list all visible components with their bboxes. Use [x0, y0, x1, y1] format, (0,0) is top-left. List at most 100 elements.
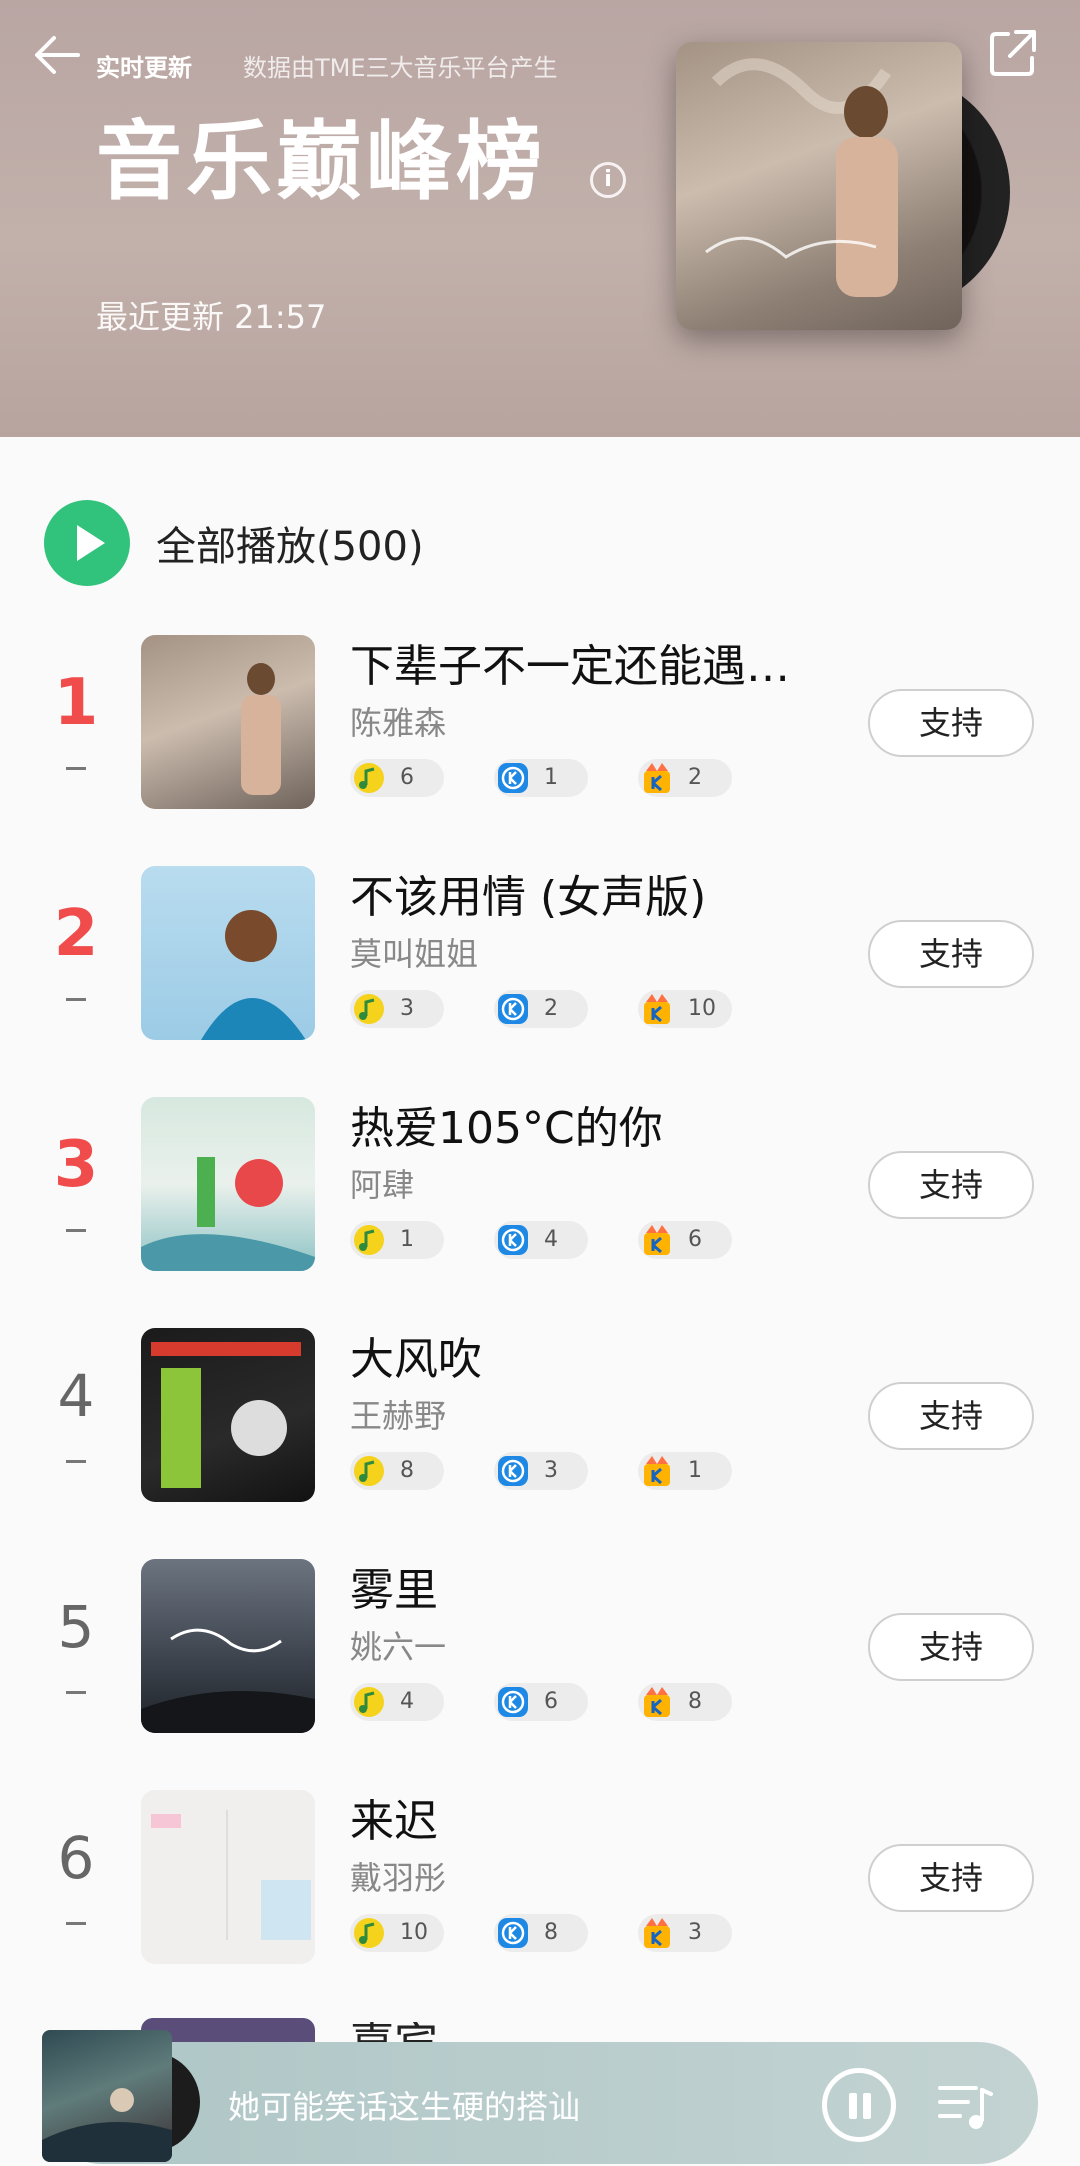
kuwo-rank-badge: 10 [638, 990, 732, 1028]
now-playing-lyric: 她可能笑话这生硬的搭讪 [228, 2088, 581, 2126]
artist-name: 莫叫姐姐 [350, 935, 479, 973]
kugou-rank-badge: 4 [494, 1221, 588, 1259]
qq-rank: 3 [400, 996, 414, 1021]
kugou-rank: 8 [544, 1920, 558, 1945]
page-title: 音乐巅峰榜 [96, 112, 546, 212]
support-button[interactable]: 支持 [868, 1151, 1034, 1219]
play-all-button[interactable]: 全部播放(500) [44, 500, 424, 586]
realtime-label: 实时更新 [96, 54, 192, 82]
kugou-icon [498, 1687, 528, 1717]
play-icon[interactable] [44, 500, 130, 586]
kuwo-rank: 8 [688, 1689, 702, 1714]
cover-art [241, 663, 281, 795]
cover-art [151, 1810, 311, 1940]
kugou-rank: 3 [544, 1458, 558, 1483]
support-button[interactable]: 支持 [868, 1382, 1034, 1450]
platform-ranks: 8 3 1 [350, 1452, 782, 1490]
kuwo-rank: 2 [688, 765, 702, 790]
kugou-icon [498, 763, 528, 793]
support-button[interactable]: 支持 [868, 920, 1034, 988]
support-button[interactable]: 支持 [868, 1844, 1034, 1912]
kuwo-icon [644, 994, 670, 1024]
share-icon[interactable] [986, 26, 1040, 80]
qq-rank: 8 [400, 1458, 414, 1483]
rank-number: 5 [57, 1593, 95, 1661]
kugou-rank: 1 [544, 765, 558, 790]
kuwo-rank: 6 [688, 1227, 702, 1252]
song-cover [141, 1790, 315, 1964]
kuwo-icon [644, 763, 670, 793]
pause-icon[interactable] [822, 2068, 896, 2142]
rank-trend-icon [66, 1691, 86, 1694]
qq-rank-badge: 6 [350, 759, 444, 797]
rank-trend-icon [66, 1460, 86, 1463]
rank-trend-icon [66, 998, 86, 1001]
kuwo-rank-badge: 8 [638, 1683, 732, 1721]
kugou-rank: 4 [544, 1227, 558, 1252]
kugou-icon [498, 1918, 528, 1948]
song-cover [141, 1097, 315, 1271]
kuwo-rank: 1 [688, 1458, 702, 1483]
song-cover [141, 635, 315, 809]
qq-music-icon [354, 763, 384, 793]
info-icon[interactable]: i [590, 162, 626, 198]
artist-name: 姚六一 [350, 1628, 447, 1666]
song-title: 雾里 [350, 1565, 438, 1616]
song-row[interactable]: 2 不该用情 (女声版) 莫叫姐姐 3 2 10 支持 [0, 866, 1080, 1040]
kuwo-rank-badge: 2 [638, 759, 732, 797]
kuwo-rank-badge: 3 [638, 1914, 732, 1952]
cover-art [141, 1628, 315, 1733]
cover-art [141, 1157, 315, 1271]
song-row[interactable]: 5 雾里 姚六一 4 6 8 支持 [0, 1559, 1080, 1733]
qq-rank: 10 [400, 1920, 428, 1945]
chart-header: 实时更新 数据由TME三大音乐平台产生 音乐巅峰榜 i 最近更新 21:57 [0, 0, 1080, 437]
qq-music-icon [354, 994, 384, 1024]
cover-art [705, 58, 898, 297]
song-title: 来迟 [350, 1796, 438, 1847]
rank-number: 2 [53, 897, 99, 971]
support-button[interactable]: 支持 [868, 1613, 1034, 1681]
rank-trend-icon [66, 767, 86, 770]
cover-art [42, 2088, 172, 2162]
qq-rank-badge: 3 [350, 990, 444, 1028]
qq-rank-badge: 1 [350, 1221, 444, 1259]
kuwo-icon [644, 1456, 670, 1486]
kugou-icon [498, 1456, 528, 1486]
playlist-icon[interactable] [936, 2080, 994, 2132]
kugou-icon [498, 994, 528, 1024]
kuwo-icon [644, 1687, 670, 1717]
cover-art [201, 910, 306, 1040]
qq-rank: 6 [400, 765, 414, 790]
rank-number: 1 [53, 666, 99, 740]
rank-trend-icon [66, 1229, 86, 1232]
qq-rank: 1 [400, 1227, 414, 1252]
kugou-rank: 6 [544, 1689, 558, 1714]
song-cover [141, 866, 315, 1040]
kugou-rank: 2 [544, 996, 558, 1021]
kugou-rank-badge: 8 [494, 1914, 588, 1952]
song-row[interactable]: 4 大风吹 王赫野 8 3 1 支持 [0, 1328, 1080, 1502]
rank-number: 6 [57, 1824, 95, 1892]
last-updated-text: 最近更新 21:57 [96, 298, 327, 336]
artist-name: 戴羽彤 [350, 1859, 447, 1897]
kuwo-rank: 3 [688, 1920, 702, 1945]
kuwo-rank: 10 [688, 996, 716, 1021]
song-cover [141, 1328, 315, 1502]
platform-ranks: 3 2 10 [350, 990, 782, 1028]
artist-name: 陈雅森 [350, 704, 447, 742]
top-song-cover[interactable] [676, 42, 962, 330]
song-cover [141, 1559, 315, 1733]
song-title: 大风吹 [350, 1334, 482, 1385]
platform-ranks: 6 1 2 [350, 759, 782, 797]
song-row[interactable]: 6 来迟 戴羽彤 10 8 3 支持 [0, 1790, 1080, 1964]
kugou-rank-badge: 3 [494, 1452, 588, 1490]
song-row[interactable]: 1 下辈子不一定还能遇… 陈雅森 6 1 2 支持 [0, 635, 1080, 809]
support-button[interactable]: 支持 [868, 689, 1034, 757]
arrow-left-icon[interactable] [30, 28, 84, 82]
kuwo-rank-badge: 1 [638, 1452, 732, 1490]
data-source-text: 数据由TME三大音乐平台产生 [243, 54, 558, 82]
song-row[interactable]: 3 热爱105°C的你 阿肆 1 4 6 支持 [0, 1097, 1080, 1271]
now-playing-cover[interactable] [42, 2030, 172, 2162]
platform-ranks: 10 8 3 [350, 1914, 782, 1952]
kugou-rank-badge: 6 [494, 1683, 588, 1721]
